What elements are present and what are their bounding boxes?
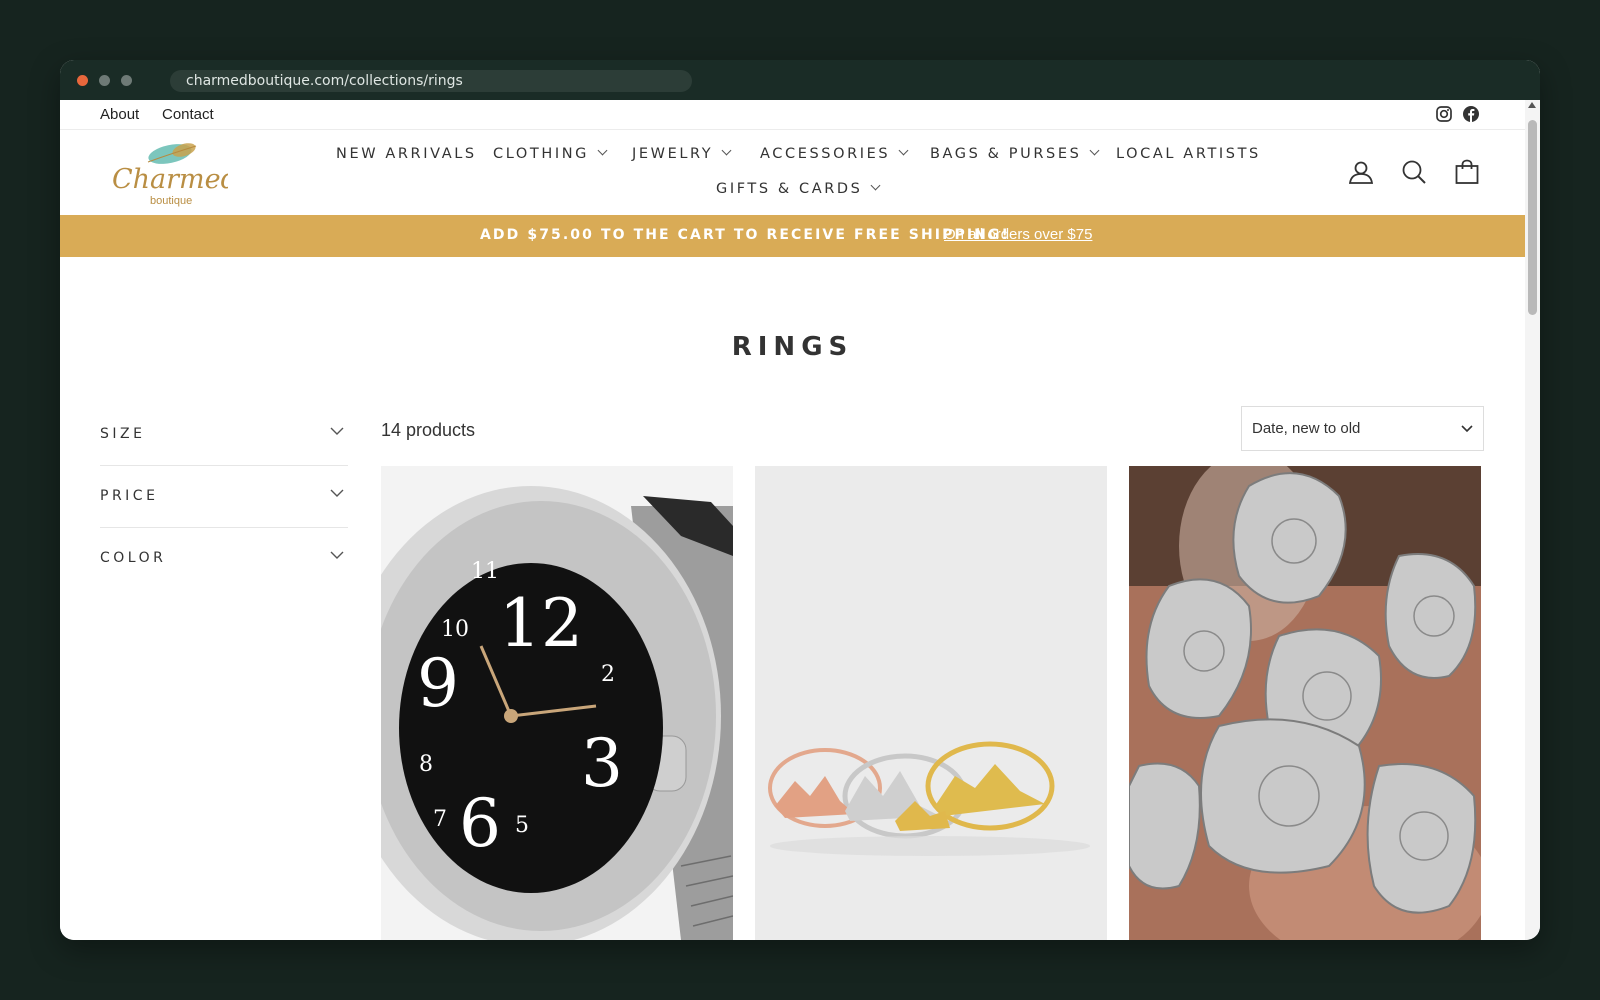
nav-label: JEWELRY — [632, 146, 714, 162]
sort-selected-value: Date, new to old — [1252, 420, 1361, 437]
browser-window: charmedboutique.com/collections/rings Ab… — [60, 60, 1540, 940]
nav-label: ACCESSORIES — [760, 146, 891, 162]
charmed-boutique-logo[interactable]: Charmed boutique — [108, 136, 228, 208]
browser-chrome: charmedboutique.com/collections/rings — [60, 60, 1540, 100]
nav-jewelry[interactable]: JEWELRY — [632, 145, 732, 162]
product-card-spoon-rings[interactable] — [1129, 466, 1481, 940]
chevron-down-icon — [330, 427, 344, 435]
chevron-down-icon — [871, 180, 881, 191]
svg-text:8: 8 — [419, 752, 433, 777]
svg-text:6: 6 — [459, 785, 501, 862]
contact-link[interactable]: Contact — [162, 106, 214, 123]
nav-local-artists[interactable]: LOCAL ARTISTS — [1116, 146, 1261, 162]
chevron-down-icon — [721, 145, 732, 156]
nav-bags-purses[interactable]: BAGS & PURSES — [930, 145, 1100, 162]
storefront-page: About Contact Charmed boutique NEW ARRIV… — [60, 100, 1525, 940]
nav-label: GIFTS & CARDS — [716, 181, 863, 197]
nav-clothing[interactable]: CLOTHING — [493, 145, 608, 162]
cart-icon[interactable] — [1453, 158, 1481, 186]
spoon-rings-photo[interactable] — [1129, 466, 1481, 940]
minimize-window-button[interactable] — [99, 75, 110, 86]
svg-text:10: 10 — [441, 617, 469, 642]
logo-wordmark: Charmed — [112, 164, 228, 195]
nav-label: BAGS & PURSES — [930, 146, 1082, 162]
svg-text:12: 12 — [499, 585, 583, 662]
product-card-watch-ring[interactable]: 12 9 3 6 10 2 8 7 5 11 — [381, 466, 733, 940]
watch-ring-photo[interactable]: 12 9 3 6 10 2 8 7 5 11 — [381, 466, 733, 940]
chevron-down-icon — [330, 489, 344, 497]
scrollbar-thumb[interactable] — [1528, 120, 1537, 315]
filter-price[interactable]: PRICE — [100, 466, 348, 528]
page-scrollbar[interactable] — [1525, 100, 1540, 940]
close-window-button[interactable] — [77, 75, 88, 86]
filter-label: COLOR — [100, 550, 167, 566]
chevron-down-icon — [597, 145, 608, 156]
announcement-bar: ADD $75.00 TO THE CART TO RECEIVE FREE S… — [60, 215, 1525, 257]
nav-gifts-cards[interactable]: GIFTS & CARDS — [716, 180, 881, 197]
instagram-icon[interactable] — [1435, 105, 1453, 123]
collection-title: RINGS — [731, 332, 854, 362]
filter-size[interactable]: SIZE — [100, 404, 348, 466]
chevron-down-icon — [330, 551, 344, 559]
about-link[interactable]: About — [100, 106, 139, 123]
address-bar[interactable]: charmedboutique.com/collections/rings — [170, 70, 692, 92]
chevron-down-icon — [1461, 425, 1473, 433]
svg-text:11: 11 — [471, 559, 499, 584]
product-count: 14 products — [381, 420, 476, 440]
filter-label: SIZE — [100, 426, 146, 442]
svg-text:5: 5 — [515, 813, 529, 838]
svg-text:9: 9 — [417, 645, 459, 722]
account-icon[interactable] — [1347, 158, 1375, 186]
nav-label: NEW ARRIVALS — [336, 146, 477, 162]
nav-accessories[interactable]: ACCESSORIES — [760, 145, 909, 162]
utility-bar: About Contact — [60, 100, 1525, 130]
chevron-down-icon — [1089, 145, 1100, 156]
svg-text:7: 7 — [433, 807, 447, 832]
sort-select[interactable]: Date, new to old — [1241, 406, 1484, 451]
nav-label: CLOTHING — [493, 146, 590, 162]
free-shipping-message: ADD $75.00 TO THE CART TO RECEIVE FREE S… — [480, 227, 1011, 243]
facebook-icon[interactable] — [1462, 105, 1480, 123]
filter-color[interactable]: COLOR — [100, 528, 348, 590]
mountain-rings-photo[interactable] — [755, 466, 1107, 940]
shipping-details-link[interactable]: On all orders over $75 — [944, 226, 1092, 243]
svg-text:3: 3 — [581, 725, 623, 802]
maximize-window-button[interactable] — [121, 75, 132, 86]
logo-subtitle: boutique — [150, 195, 192, 207]
nav-new-arrivals[interactable]: NEW ARRIVALS — [336, 146, 477, 162]
chevron-down-icon — [898, 145, 909, 156]
product-card-mountain-rings[interactable] — [755, 466, 1107, 940]
svg-text:2: 2 — [601, 662, 615, 687]
filter-label: PRICE — [100, 488, 159, 504]
nav-label: LOCAL ARTISTS — [1116, 146, 1261, 162]
scroll-up-arrow-icon[interactable] — [1528, 102, 1536, 108]
search-icon[interactable] — [1400, 158, 1428, 186]
